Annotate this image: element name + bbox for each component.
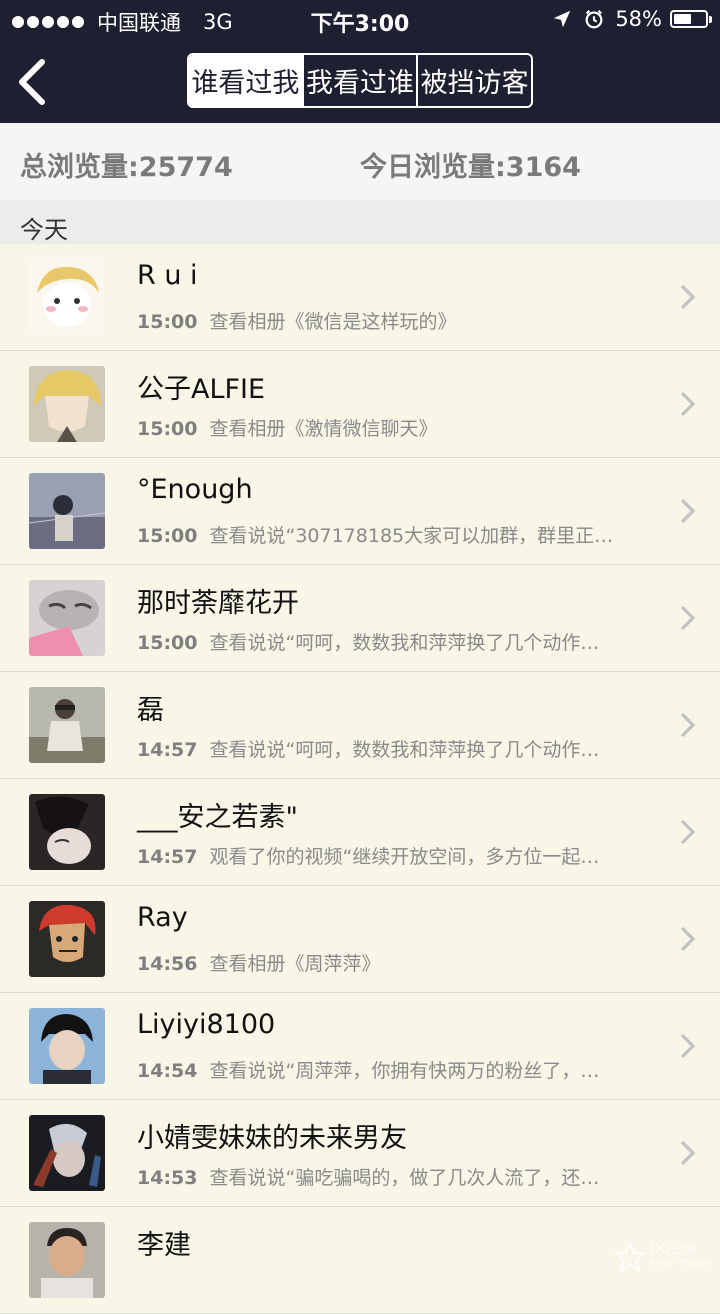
visitor-row[interactable]: Ray 14:56 查看相册《周萍萍》 xyxy=(0,886,720,993)
visitor-row[interactable]: 小婧雯妹妹的未来男友 14:53 查看说说“骗吃骗喝的，做了几次人流了，还… xyxy=(0,1100,720,1207)
visitor-list: R u i 15:00 查看相册《微信是这样玩的》 公子ALFIE 15:00 查看… xyxy=(0,244,720,1314)
visitor-activity: 14:54 查看说说“周萍萍，你拥有快两万的粉丝了，… xyxy=(137,1056,637,1083)
visit-action: 查看相册《周萍萍》 xyxy=(209,953,381,975)
visit-time: 14:54 xyxy=(137,1060,198,1082)
avatar[interactable] xyxy=(29,366,105,442)
chevron-right-icon xyxy=(681,1034,696,1058)
avatar[interactable] xyxy=(29,1222,105,1298)
visitor-activity: 14:56 查看相册《周萍萍》 xyxy=(137,949,637,976)
chevron-right-icon xyxy=(681,285,696,309)
avatar[interactable] xyxy=(29,901,105,977)
visit-time: 14:53 xyxy=(137,1167,198,1189)
visitor-activity: 15:00 查看说说“呵呵，数数我和萍萍换了几个动作… xyxy=(137,628,637,655)
visitor-row[interactable]: 公子ALFIE 15:00 查看相册《激情微信聊天》 xyxy=(0,351,720,458)
visit-action: 观看了你的视频“继续开放空间，多方位一起… xyxy=(209,846,600,868)
tab-who-viewed-me[interactable]: 谁看过我 xyxy=(189,55,302,106)
visit-action: 查看相册《微信是这样玩的》 xyxy=(209,311,457,333)
top-navigation-bar: 中国联通 3G 下午3:00 58% 谁看过我 我看过谁 被挡访客 xyxy=(0,0,720,123)
visit-action: 查看说说“呵呵，数数我和萍萍换了几个动作… xyxy=(209,739,600,761)
visitor-segmented-control: 谁看过我 我看过谁 被挡访客 xyxy=(187,53,533,108)
visitor-activity: 14:57 观看了你的视频“继续开放空间，多方位一起… xyxy=(137,842,637,869)
section-title: 今天 xyxy=(20,216,68,244)
visit-time: 14:57 xyxy=(137,739,198,761)
chevron-right-icon xyxy=(681,1141,696,1165)
section-header-today: 今天 xyxy=(0,200,720,244)
visit-action: 查看说说“呵呵，数数我和萍萍换了几个动作… xyxy=(209,632,600,654)
visitor-name: 磊 xyxy=(137,695,164,726)
visitor-name: Ray xyxy=(137,902,188,933)
visitor-activity: 15:00 查看相册《微信是这样玩的》 xyxy=(137,307,637,334)
avatar[interactable] xyxy=(29,1008,105,1084)
alarm-clock-icon xyxy=(585,9,603,29)
visit-action: 查看说说“骗吃骗喝的，做了几次人流了，还… xyxy=(209,1167,600,1189)
visitor-name: 那时荼靡花开 xyxy=(137,588,299,619)
visitor-row[interactable]: 李建 xyxy=(0,1207,720,1314)
watermark-title: QQ空间 xyxy=(649,1242,697,1257)
chevron-right-icon xyxy=(681,606,696,630)
visitor-name: 小婧雯妹妹的未来男友 xyxy=(137,1123,407,1154)
avatar[interactable] xyxy=(29,473,105,549)
avatar[interactable] xyxy=(29,580,105,656)
visitor-activity xyxy=(137,1270,637,1292)
battery-percentage: 58% xyxy=(615,7,662,31)
location-arrow-icon xyxy=(554,10,571,28)
chevron-right-icon xyxy=(681,499,696,523)
visitor-name: R u i xyxy=(137,260,198,291)
status-right: 58% xyxy=(551,7,712,31)
visit-time: 14:56 xyxy=(137,953,198,975)
visitor-name: 公子ALFIE xyxy=(137,374,266,405)
total-views: 总浏览量:25774 xyxy=(20,152,233,183)
visitor-name: ___安之若素" xyxy=(137,802,298,833)
watermark-subtitle: from iPhone xyxy=(649,1258,710,1269)
chevron-right-icon xyxy=(681,392,696,416)
star-logo-icon xyxy=(613,1241,646,1273)
avatar[interactable] xyxy=(29,794,105,870)
visitor-row[interactable]: °Enough 15:00 查看说说“307178185大家可以加群，群里正… xyxy=(0,458,720,565)
visit-action: 查看说说“307178185大家可以加群，群里正… xyxy=(209,525,614,547)
avatar[interactable] xyxy=(29,259,105,335)
visit-time: 15:00 xyxy=(137,525,198,547)
chevron-right-icon xyxy=(681,713,696,737)
visitor-activity: 14:57 查看说说“呵呵，数数我和萍萍换了几个动作… xyxy=(137,735,637,762)
visitor-activity: 14:53 查看说说“骗吃骗喝的，做了几次人流了，还… xyxy=(137,1163,637,1190)
visitor-row[interactable]: 那时荼靡花开 15:00 查看说说“呵呵，数数我和萍萍换了几个动作… xyxy=(0,565,720,672)
visitor-row[interactable]: 磊 14:57 查看说说“呵呵，数数我和萍萍换了几个动作… xyxy=(0,672,720,779)
visitor-activity: 15:00 查看相册《激情微信聊天》 xyxy=(137,414,637,441)
avatar[interactable] xyxy=(29,687,105,763)
visitor-row[interactable]: Liyiyi8100 14:54 查看说说“周萍萍，你拥有快两万的粉丝了，… xyxy=(0,993,720,1100)
visitor-activity: 15:00 查看说说“307178185大家可以加群，群里正… xyxy=(137,521,637,548)
view-stats-bar: 总浏览量:25774 今日浏览量:3164 xyxy=(0,123,720,200)
avatar[interactable] xyxy=(29,1115,105,1191)
visit-time: 15:00 xyxy=(137,632,198,654)
status-bar: 中国联通 3G 下午3:00 58% xyxy=(0,0,720,40)
visit-time: 15:00 xyxy=(137,311,198,333)
visit-action: 查看相册《激情微信聊天》 xyxy=(209,418,438,440)
chevron-right-icon xyxy=(681,820,696,844)
tab-blocked-visitors[interactable]: 被挡访客 xyxy=(416,55,531,106)
visit-action: 查看说说“周萍萍，你拥有快两万的粉丝了，… xyxy=(209,1060,600,1082)
visitor-name: °Enough xyxy=(137,474,253,505)
back-chevron-icon[interactable] xyxy=(14,58,50,106)
battery-icon xyxy=(670,10,712,28)
chevron-right-icon xyxy=(681,927,696,951)
visitor-row[interactable]: R u i 15:00 查看相册《微信是这样玩的》 xyxy=(0,244,720,351)
qzone-watermark: QQ空间 from iPhone xyxy=(613,1241,710,1273)
visit-time: 14:57 xyxy=(137,846,198,868)
visit-time: 15:00 xyxy=(137,418,198,440)
visitor-name: 李建 xyxy=(137,1230,191,1261)
visitor-name: Liyiyi8100 xyxy=(137,1009,276,1040)
tab-who-i-viewed[interactable]: 我看过谁 xyxy=(301,55,417,106)
visitor-row[interactable]: ___安之若素" 14:57 观看了你的视频“继续开放空间，多方位一起… xyxy=(0,779,720,886)
today-views: 今日浏览量:3164 xyxy=(360,152,581,183)
